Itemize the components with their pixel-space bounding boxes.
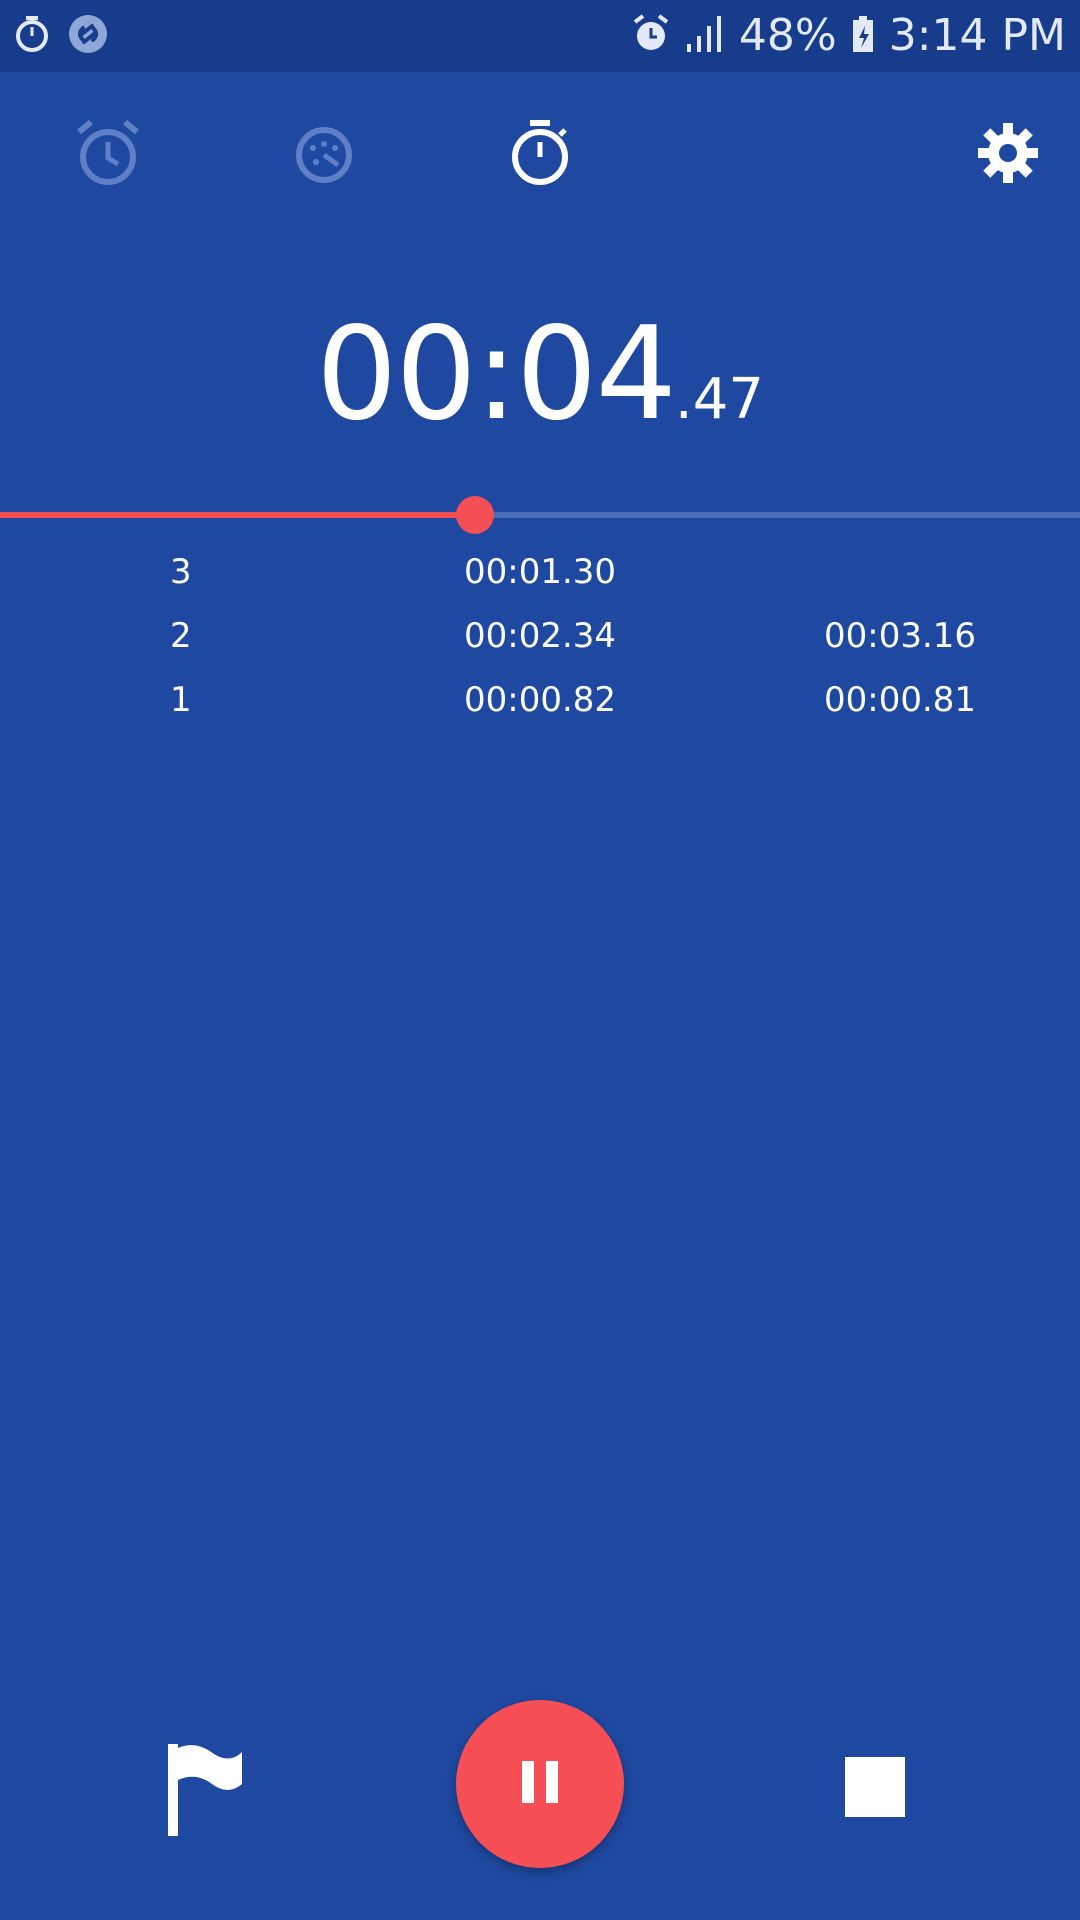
tab-alarm[interactable] <box>63 110 153 200</box>
shazam-icon <box>68 14 108 58</box>
lap-time: 00:01.30 <box>463 552 617 592</box>
battery-icon <box>851 14 875 58</box>
lap-list: 3 00:01.30 2 00:02.34 00:03.16 1 00:00.8… <box>0 552 1080 744</box>
stop-button[interactable] <box>845 1757 905 1817</box>
stopwatch-icon <box>14 14 50 58</box>
stopwatch-icon <box>505 118 575 192</box>
progress-fill <box>0 512 475 518</box>
lap-number: 2 <box>170 616 192 656</box>
lap-number: 3 <box>170 552 192 592</box>
pause-button[interactable] <box>456 1700 624 1868</box>
control-bar <box>0 1700 1080 1880</box>
list-item: 2 00:02.34 00:03.16 <box>0 616 1080 680</box>
elapsed-time-fraction: .47 <box>674 367 764 432</box>
lap-time: 00:00.82 <box>463 680 617 720</box>
progress-knob <box>456 496 494 534</box>
lap-button[interactable] <box>160 1740 250 1840</box>
signal-icon <box>685 14 725 58</box>
world-clock-icon <box>289 118 359 192</box>
elapsed-time-main: 00:04 <box>316 300 677 449</box>
lap-time: 00:02.34 <box>463 616 617 656</box>
elapsed-time: 00:04.47 <box>0 300 1080 449</box>
pause-icon <box>520 1759 560 1809</box>
flag-icon <box>160 1744 250 1844</box>
top-tabs <box>0 110 1080 200</box>
gear-icon <box>976 121 1040 189</box>
alarm-icon <box>73 118 143 192</box>
settings-button[interactable] <box>963 110 1053 200</box>
lap-total: 00:03.16 <box>823 616 977 656</box>
status-time: 3:14 PM <box>888 10 1066 61</box>
stop-icon <box>845 1757 905 1817</box>
status-bar: 48% 3:14 PM <box>0 0 1080 72</box>
tab-stopwatch[interactable] <box>495 110 585 200</box>
list-item: 3 00:01.30 <box>0 552 1080 616</box>
lap-total: 00:00.81 <box>823 680 977 720</box>
alarm-icon <box>631 14 671 58</box>
list-item: 1 00:00.82 00:00.81 <box>0 680 1080 744</box>
progress-track <box>0 496 1080 534</box>
lap-number: 1 <box>170 680 192 720</box>
tab-world-clock[interactable] <box>279 110 369 200</box>
battery-percent: 48% <box>738 10 837 61</box>
